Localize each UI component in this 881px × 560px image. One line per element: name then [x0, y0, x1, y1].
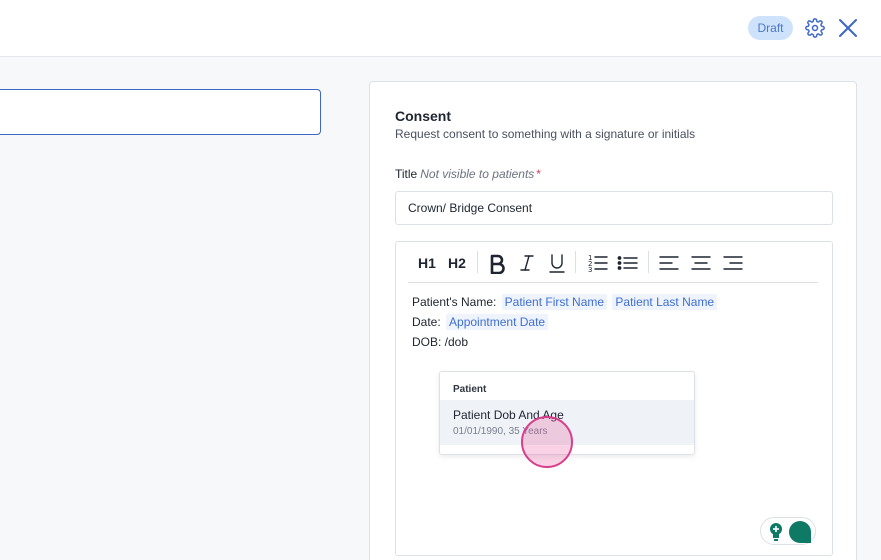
consent-panel: Consent Request consent to something wit… [369, 81, 857, 560]
dropdown-header: Patient [453, 384, 487, 395]
align-right-icon[interactable] [722, 252, 744, 274]
panel-title: Consent [395, 108, 451, 124]
merge-field-chip[interactable]: Patient Last Name [612, 294, 718, 310]
svg-text:3: 3 [588, 266, 592, 274]
bold-icon[interactable] [488, 252, 506, 274]
chat-bubble-icon[interactable] [788, 520, 812, 544]
assistant-widget[interactable] [760, 517, 816, 545]
merge-field-chip[interactable]: Appointment Date [446, 314, 549, 330]
content-label: Date: [412, 315, 441, 329]
top-bar: Draft [0, 0, 881, 57]
click-indicator [521, 416, 573, 468]
required-mark: * [536, 167, 541, 181]
editor-toolbar: H1 H2 1 2 3 [408, 242, 818, 283]
panel-description: Request consent to something with a sign… [395, 127, 696, 141]
heading-1-button[interactable]: H1 [416, 252, 438, 274]
content-line: Patient's Name: Patient First Name Patie… [412, 292, 718, 312]
editor-content[interactable]: Patient's Name: Patient First Name Patie… [412, 292, 718, 352]
ordered-list-icon[interactable]: 1 2 3 [587, 252, 609, 274]
content-line: Date: Appointment Date [412, 312, 717, 332]
left-panel-input[interactable] [0, 89, 321, 135]
content-line: DOB: /dob [412, 335, 469, 349]
gear-icon[interactable] [805, 18, 825, 38]
align-center-icon[interactable] [690, 252, 712, 274]
rich-text-editor[interactable]: H1 H2 1 2 3 Patient's Name: Patient Firs… [395, 241, 833, 556]
title-field-label: Title Not visible to patients * [395, 167, 541, 181]
italic-icon[interactable] [518, 252, 536, 274]
lightbulb-icon[interactable] [768, 522, 784, 542]
bullet-list-icon[interactable] [617, 252, 639, 274]
close-icon[interactable] [838, 18, 858, 38]
heading-2-button[interactable]: H2 [446, 252, 468, 274]
content-label: Patient's Name: [412, 295, 497, 309]
title-input[interactable]: Crown/ Bridge Consent [395, 191, 833, 225]
underline-icon[interactable] [548, 252, 566, 274]
merge-field-chip[interactable]: Patient First Name [501, 294, 608, 310]
title-label-text: Title [395, 167, 418, 181]
status-badge: Draft [748, 16, 793, 40]
align-left-icon[interactable] [658, 252, 680, 274]
title-field-hint: Not visible to patients [420, 167, 535, 181]
